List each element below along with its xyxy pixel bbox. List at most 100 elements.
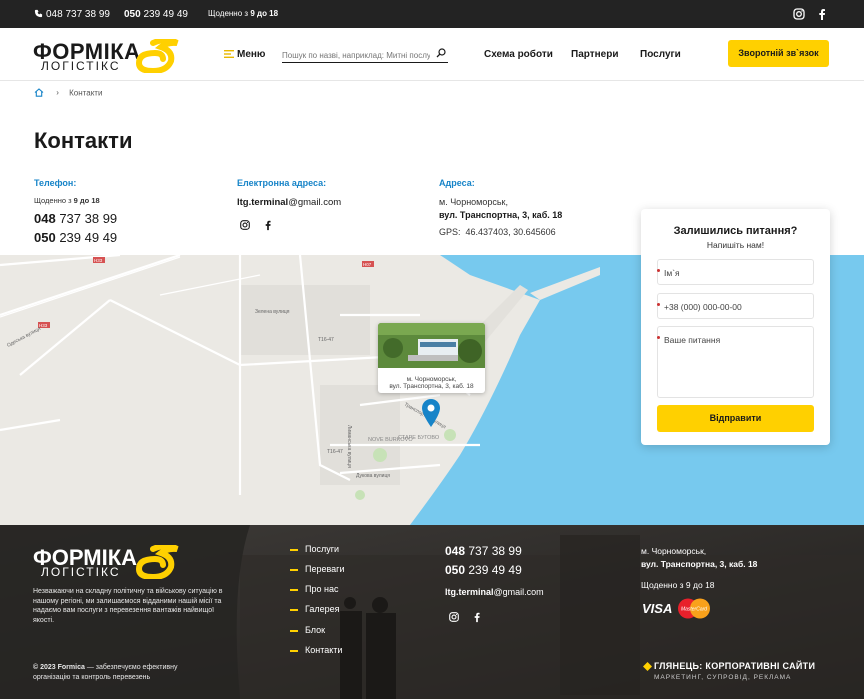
phone-hours: Щоденно з 9 до 18 bbox=[34, 196, 100, 205]
phone-number: 737 38 99 bbox=[65, 9, 110, 20]
contact-phone-1[interactable]: 048 737 38 99 bbox=[34, 211, 117, 226]
phone-field[interactable]: +38 (000) 000-00-00 bbox=[657, 293, 814, 319]
hamburger-icon bbox=[224, 50, 234, 59]
mastercard-label: MasterCard bbox=[681, 607, 707, 613]
map-label: Н07 bbox=[363, 262, 372, 267]
footer-email[interactable]: ltg.terminal@gmail.com bbox=[445, 587, 544, 597]
footer-menu-item[interactable]: Галерея bbox=[290, 604, 340, 614]
hours-prefix: Щоденно з bbox=[34, 196, 72, 205]
logo-mark-icon bbox=[135, 545, 179, 579]
instagram-icon[interactable] bbox=[239, 219, 251, 231]
copyright-year: © 2023 Formica bbox=[33, 664, 85, 671]
page-title: Контакти bbox=[34, 128, 133, 153]
map-label: Т16-47 bbox=[318, 337, 334, 343]
address-city: м. Чорноморськ, bbox=[439, 197, 508, 207]
search-box bbox=[282, 45, 448, 64]
mastercard-logo: MasterCard bbox=[678, 598, 710, 619]
footer-address-street: вул. Транспортна, 3, каб. 18 bbox=[641, 559, 758, 569]
email-domain: @gmail.com bbox=[493, 587, 544, 597]
phone-prefix: 048 bbox=[46, 9, 63, 20]
nav-item-services[interactable]: Послуги bbox=[640, 49, 681, 60]
callback-button[interactable]: Зворотній зв`язок bbox=[728, 40, 829, 67]
nav-item-partners[interactable]: Партнери bbox=[571, 49, 618, 60]
submit-button[interactable]: Відправити bbox=[657, 405, 814, 432]
hours-value: 9 до 18 bbox=[250, 9, 279, 18]
footer-phone-1[interactable]: 048 737 38 99 bbox=[445, 544, 522, 558]
phone-prefix: 050 bbox=[34, 230, 56, 245]
footer-phone-2[interactable]: 050 239 49 49 bbox=[445, 563, 522, 577]
studio-name[interactable]: ГЛЯНЕЦЬ: КОРПОРАТИВНІ САЙТИ bbox=[654, 661, 815, 671]
map-label: Н33 bbox=[94, 258, 103, 263]
footer-menu-item[interactable]: Про нас bbox=[290, 584, 338, 594]
popup-street: вул. Транспортна, 3, каб. 18 bbox=[389, 383, 474, 390]
footer-menu-label: Галерея bbox=[305, 604, 340, 614]
dash-icon bbox=[290, 568, 298, 571]
question-form: Залишились питання? Напишіть нам! Ім`я +… bbox=[641, 209, 830, 445]
gps-label: GPS: bbox=[439, 227, 461, 237]
required-marker bbox=[657, 336, 660, 339]
menu-label: Меню bbox=[237, 49, 266, 60]
footer-menu-item[interactable]: Блок bbox=[290, 625, 325, 635]
menu-button[interactable]: Меню bbox=[224, 49, 265, 60]
hours-prefix: Щоденно з bbox=[208, 9, 249, 18]
email-user: ltg.terminal bbox=[445, 587, 494, 597]
dash-icon bbox=[290, 548, 298, 551]
breadcrumb: › Контакти bbox=[34, 88, 102, 97]
facebook-icon[interactable] bbox=[471, 611, 483, 623]
footer-copyright: © 2023 Formica — забезпечуємо ефективну … bbox=[33, 663, 203, 682]
home-icon[interactable] bbox=[34, 88, 44, 98]
popup-city: м. Чорноморськ, bbox=[406, 376, 457, 383]
name-placeholder: Ім`я bbox=[664, 268, 680, 278]
logo[interactable]: ФОРМІКА ЛОГІСТІКС bbox=[33, 39, 183, 73]
question-field[interactable]: Ваше питання bbox=[657, 326, 814, 398]
site-header: ФОРМІКА ЛОГІСТІКС Меню Схема роботи Парт… bbox=[0, 28, 864, 81]
required-marker bbox=[657, 269, 660, 272]
phone-number: 737 38 99 bbox=[468, 544, 522, 558]
footer-menu-item[interactable]: Контакти bbox=[290, 645, 342, 655]
logo-mark-icon bbox=[135, 39, 179, 73]
footer-logo[interactable]: ФОРМІКА ЛОГІСТІКС bbox=[33, 545, 183, 579]
dash-icon bbox=[290, 608, 298, 611]
required-marker bbox=[657, 303, 660, 306]
map-label: Дукова вулиця bbox=[356, 473, 390, 479]
dash-icon bbox=[290, 588, 298, 591]
phone-placeholder: +38 (000) 000-00-00 bbox=[664, 302, 742, 312]
footer-menu-item[interactable]: Послуги bbox=[290, 544, 339, 554]
topbar-phone-1[interactable]: 048 737 38 99 bbox=[46, 9, 110, 20]
instagram-icon[interactable] bbox=[792, 7, 806, 21]
footer-menu-item[interactable]: Переваги bbox=[290, 564, 344, 574]
footer-menu-label: Послуги bbox=[305, 544, 340, 554]
contact-email[interactable]: ltg.terminal@gmail.com bbox=[237, 197, 341, 208]
breadcrumb-current: Контакти bbox=[69, 88, 103, 98]
map-label: Т16-47 bbox=[327, 449, 343, 455]
gps-value: 46.437403, 30.645606 bbox=[465, 227, 556, 237]
logo-line-2: ЛОГІСТІКС bbox=[41, 565, 121, 579]
phone-prefix: 050 bbox=[445, 563, 466, 577]
topbar-hours: Щоденно з 9 до 18 bbox=[208, 9, 278, 18]
name-field[interactable]: Ім`я bbox=[657, 259, 814, 285]
footer-menu-label: Контакти bbox=[305, 645, 343, 655]
footer-address-city: м. Чорноморськ, bbox=[641, 546, 707, 556]
map-label: СТАРЕ БУГОВО bbox=[398, 435, 440, 441]
footer-menu-label: Блок bbox=[305, 625, 326, 635]
facebook-icon[interactable] bbox=[262, 219, 274, 231]
map-popup[interactable]: м. Чорноморськ, вул. Транспортна, 3, каб… bbox=[378, 323, 485, 393]
footer-hours: Щоденно з 9 до 18 bbox=[641, 580, 715, 590]
map-label: Зелена вулиця bbox=[255, 309, 290, 315]
gps-coordinates: GPS: 46.437403, 30.645606 bbox=[439, 227, 556, 237]
topbar-phone-2[interactable]: 050 239 49 49 bbox=[124, 9, 188, 20]
instagram-icon[interactable] bbox=[448, 611, 460, 623]
dash-icon bbox=[290, 629, 298, 632]
phone-prefix: 048 bbox=[34, 211, 56, 226]
search-icon[interactable] bbox=[436, 48, 446, 58]
phone-number: 239 49 49 bbox=[468, 563, 522, 577]
address-label: Адреса: bbox=[439, 178, 475, 188]
dash-icon bbox=[290, 649, 298, 652]
studio-logo-icon bbox=[643, 662, 652, 671]
search-input[interactable] bbox=[282, 47, 430, 64]
map-pin-icon[interactable] bbox=[421, 398, 441, 428]
phone-label: Телефон: bbox=[34, 178, 77, 188]
nav-item-scheme[interactable]: Схема роботи bbox=[484, 49, 553, 60]
contact-phone-2[interactable]: 050 239 49 49 bbox=[34, 230, 117, 245]
facebook-icon[interactable] bbox=[815, 7, 829, 21]
